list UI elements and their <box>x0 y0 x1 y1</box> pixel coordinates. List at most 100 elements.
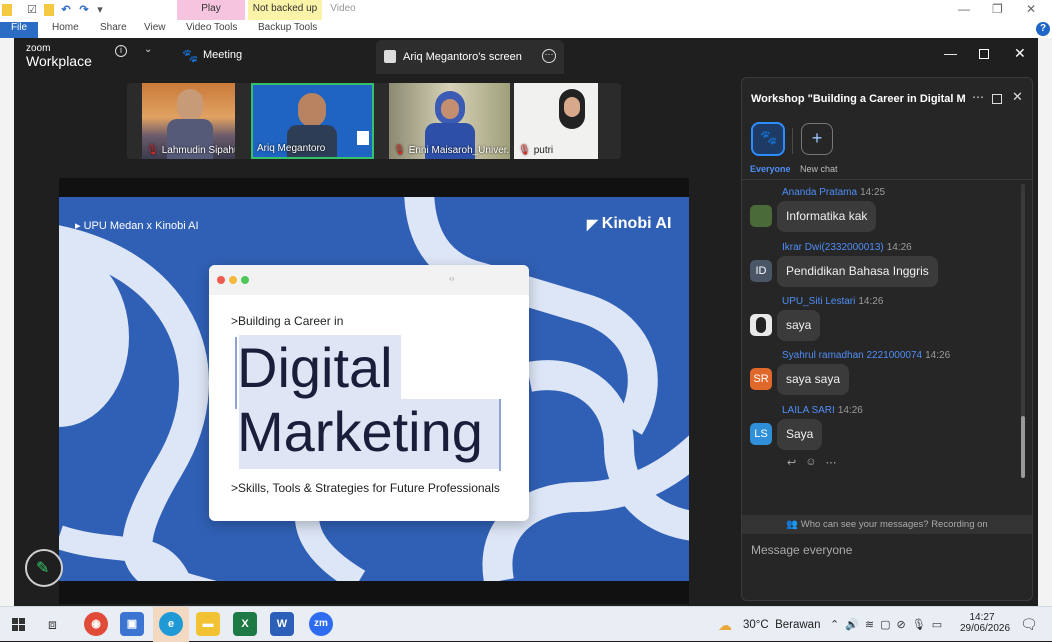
slide-tag: ▸ UPU Medan x Kinobi AI <box>75 220 199 232</box>
zoom-logo-big: Workplace <box>26 53 92 69</box>
help-icon[interactable]: ? <box>1036 22 1050 36</box>
message-time: 14:26 <box>858 296 884 307</box>
participant-face <box>441 99 459 119</box>
chrome-icon[interactable]: ◉ <box>84 612 108 636</box>
sender-name[interactable]: LAILA SARI <box>782 405 835 416</box>
tab-file[interactable]: File <box>0 22 38 38</box>
popout-icon[interactable] <box>992 94 1002 104</box>
participant-name: Lahmudin Sipahutar ... <box>161 145 235 156</box>
system-tray: ⌃ 🔊 ≋ ▢ ⊘ 🎙 ▭ <box>830 618 942 631</box>
more-options-icon[interactable]: ⋯ <box>542 49 556 63</box>
chat-more-icon[interactable]: ⋯ <box>972 90 984 104</box>
undo-icon[interactable]: ↶ <box>60 3 72 17</box>
tray-chevron-up-icon[interactable]: ⌃ <box>830 618 839 631</box>
weather-text[interactable]: 30°C Berawan <box>743 619 820 631</box>
reply-icon[interactable]: ↩ <box>787 456 796 469</box>
participants-paw-icon: 🐾 <box>182 48 199 63</box>
notifications-icon[interactable]: 🗨 <box>1020 616 1038 633</box>
sender-avatar: ID <box>750 260 772 282</box>
tab-video-tools[interactable]: Video Tools <box>186 22 237 33</box>
sender-name[interactable]: Ikrar Dwi(2332000013) <box>782 242 884 253</box>
participant-face <box>564 97 580 117</box>
tab-share[interactable]: Share <box>100 22 127 33</box>
redo-icon[interactable]: ↷ <box>78 3 90 17</box>
participant-name-tag: 🎙 Enni Maisaroh_Univer... <box>393 145 510 156</box>
video-tile-active-speaker[interactable]: Ariq Megantoro <box>251 83 374 159</box>
participant-video-strip: 🎙Lahmudin Sipahutar ... Ariq Megantoro 🎙… <box>127 83 621 159</box>
add-reaction-icon[interactable]: ☺ <box>805 456 816 469</box>
everyone-paw-icon: 🐾 <box>760 129 778 145</box>
battery-icon[interactable]: ▭ <box>932 618 942 631</box>
zoom-meeting-window: zoom Workplace i ⌄ 🐾 Meeting Ariq Megant… <box>14 38 1038 606</box>
everyone-channel-button[interactable]: 🐾 <box>751 122 785 156</box>
message-bubble[interactable]: Pendidikan Bahasa Inggris <box>777 256 938 287</box>
participant-name: putri <box>533 145 554 156</box>
chat-scrollbar-thumb[interactable] <box>1021 416 1025 478</box>
quick-access-dropdown-icon[interactable]: ▾ <box>94 3 106 17</box>
sender-name[interactable]: Syahrul ramadhan 2221000074 <box>782 350 922 361</box>
slide-subtitle-top: >Building a Career in <box>231 314 344 328</box>
meeting-label[interactable]: Meeting <box>203 49 242 61</box>
sender-avatar: SR <box>750 368 772 390</box>
microphone-icon[interactable]: 🎙 <box>912 618 926 631</box>
message-bubble[interactable]: saya saya <box>777 364 850 395</box>
annotate-pen-button[interactable]: ✎ <box>25 549 63 587</box>
excel-icon[interactable]: X <box>233 612 257 636</box>
video-tile[interactable]: 🎙 Enni Maisaroh_Univer... <box>389 83 510 159</box>
mic-muted-icon: 🎙 <box>518 145 531 156</box>
sender-avatar <box>750 314 772 336</box>
recording-notice[interactable]: 👥 Who can see your messages? Recording o… <box>742 515 1032 534</box>
word-icon[interactable]: W <box>270 612 294 636</box>
tab-view[interactable]: View <box>144 22 166 33</box>
edge-icon[interactable]: e <box>159 612 183 636</box>
message-bubble[interactable]: Informatika kak <box>777 201 877 232</box>
store-icon[interactable]: ▣ <box>120 612 144 636</box>
tab-shared-screen[interactable]: Ariq Megantoro's screen ⋯ <box>376 40 564 74</box>
red-dot <box>217 276 225 284</box>
file-explorer-icon[interactable]: ▬ <box>196 612 220 636</box>
slide-card-titlebar: ‹› <box>209 265 529 295</box>
message-bubble[interactable]: Saya <box>777 419 823 450</box>
task-view-icon[interactable]: ⧈ <box>48 616 57 633</box>
volume-icon[interactable]: 🔊 <box>845 618 859 631</box>
chat-scrollbar-track[interactable] <box>1021 184 1025 478</box>
sender-name[interactable]: Ananda Pratama <box>782 187 857 198</box>
chat-close-icon[interactable]: ✕ <box>1012 89 1023 105</box>
meeting-info-icon[interactable]: i <box>115 45 127 57</box>
chat-message-list[interactable]: Ananda Pratama 14:25 Informatika kak ID I… <box>742 180 1032 518</box>
new-chat-label: New chat <box>800 164 838 174</box>
wifi-icon[interactable]: ≋ <box>865 618 874 631</box>
checklist-icon[interactable]: ☑ <box>26 3 38 17</box>
sender-name[interactable]: UPU_Siti Lestari <box>782 296 855 307</box>
chat-input[interactable]: Message everyone <box>751 543 852 557</box>
slide-stripe <box>59 525 190 581</box>
view-chevron-down-icon[interactable]: ⌄ <box>144 44 152 55</box>
zoom-minimize-icon[interactable]: — <box>944 46 957 61</box>
start-button[interactable] <box>12 618 25 631</box>
office-restore-icon[interactable]: ❐ <box>992 2 1003 16</box>
message-bubble[interactable]: saya <box>777 310 821 341</box>
new-chat-button[interactable]: + <box>801 123 833 155</box>
focus-assist-icon[interactable]: ⊘ <box>897 618 906 631</box>
tray-clock[interactable]: 14:27 29/06/2026 <box>960 612 1010 634</box>
video-tile[interactable]: 🎙 putri <box>514 83 598 159</box>
zoom-close-icon[interactable]: ✕ <box>1014 45 1026 62</box>
context-tab-play[interactable]: Play <box>177 0 245 20</box>
context-tab-not-backed-up[interactable]: Not backed up <box>248 0 322 20</box>
avatar-figure <box>756 317 766 333</box>
weather-cloud-icon: ☁ <box>718 617 732 633</box>
message-time: 14:26 <box>886 242 912 253</box>
video-tile[interactable]: 🎙Lahmudin Sipahutar ... <box>142 83 235 159</box>
office-close-icon[interactable]: ✕ <box>1026 2 1036 16</box>
new-folder-icon[interactable] <box>44 4 54 16</box>
tab-backup-tools[interactable]: Backup Tools <box>258 22 317 33</box>
tab-home[interactable]: Home <box>52 22 79 33</box>
message-more-icon[interactable]: ⋯ <box>825 456 836 469</box>
kinobi-logo: ◤ Kinobi AI <box>587 215 671 233</box>
zoom-app-icon[interactable]: zm <box>309 612 333 636</box>
folder-icon[interactable] <box>2 4 12 16</box>
zoom-maximize-icon[interactable] <box>979 49 989 59</box>
meet-now-icon[interactable]: ▢ <box>880 618 890 631</box>
context-tab-play-label: Play <box>201 3 221 14</box>
office-minimize-icon[interactable]: — <box>958 2 970 16</box>
